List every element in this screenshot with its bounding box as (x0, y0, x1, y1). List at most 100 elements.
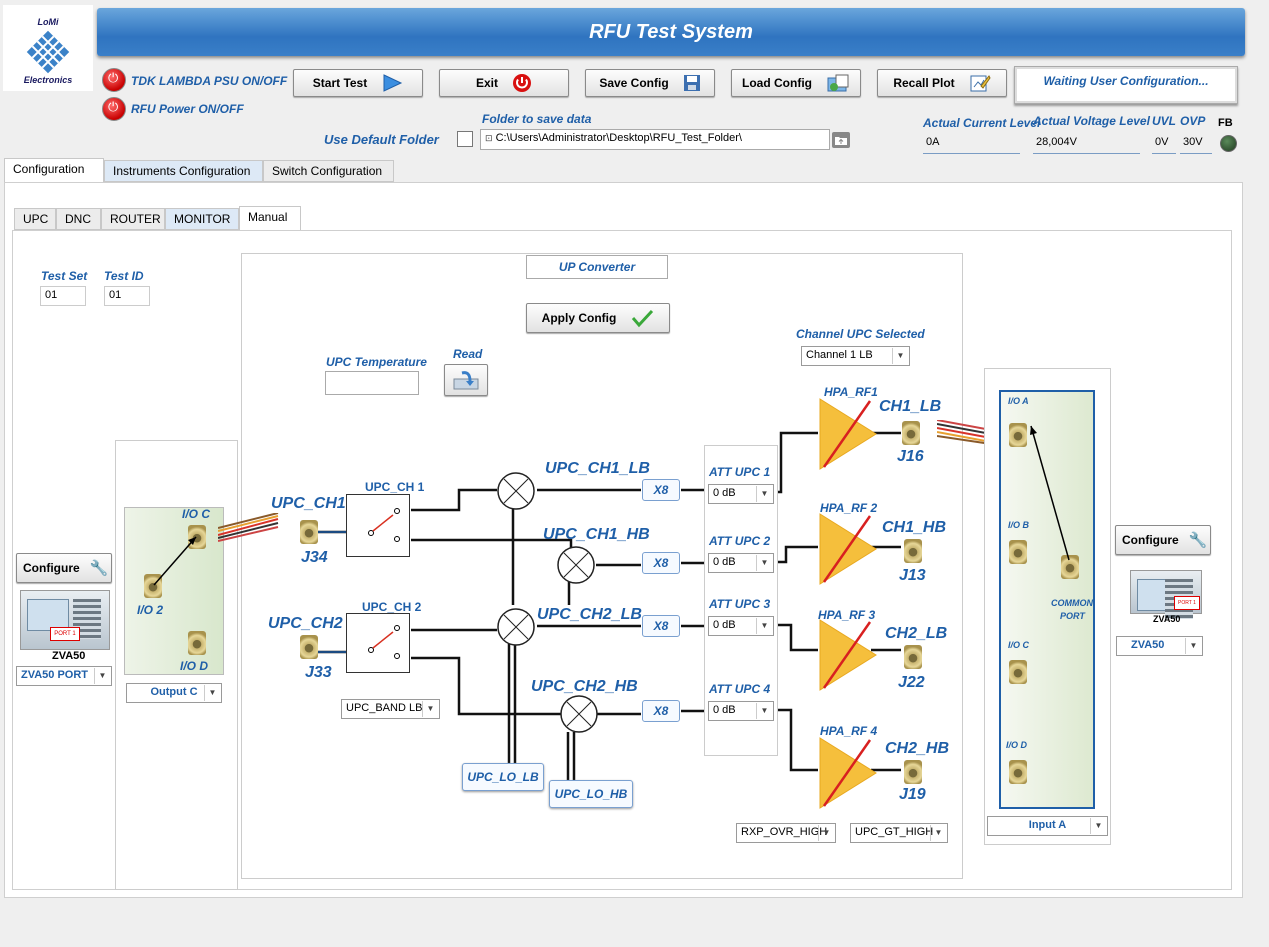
hpa-rf2-amplifier[interactable] (818, 512, 878, 586)
app-title-bar: RFU Test System (97, 8, 1245, 56)
chevron-down-icon: ▼ (892, 348, 908, 364)
app-title: RFU Test System (589, 21, 753, 43)
exit-button[interactable]: Exit (439, 69, 569, 97)
left-port-select-value: ZVA50 PORT (21, 669, 89, 681)
subtab-router-label: ROUTER (110, 212, 161, 226)
upc-gt-select[interactable]: UPC_GT_HIGH ▼ (850, 823, 948, 843)
left-configure-button[interactable]: Configure 🔧 (16, 553, 112, 583)
channel-upc-value: Channel 1 LB (806, 349, 873, 361)
load-config-label: Load Config (742, 76, 812, 90)
logo-top-text: LoMi (37, 17, 59, 27)
subtab-monitor[interactable]: MONITOR (165, 208, 239, 230)
switch-ch2[interactable] (346, 613, 410, 673)
tab-instruments-label: Instruments Configuration (113, 164, 251, 178)
logo-icon (26, 30, 70, 74)
chevron-down-icon: ▼ (756, 555, 772, 571)
j19-connector (904, 760, 922, 784)
lomi-logo: LoMi Electronics (3, 5, 93, 91)
att-upc-3-select[interactable]: 0 dB ▼ (708, 616, 774, 636)
default-folder-checkbox[interactable] (457, 131, 473, 147)
load-config-button[interactable]: Load Config (731, 69, 861, 97)
hpa-rf1-amplifier[interactable] (818, 397, 878, 471)
check-icon (632, 309, 654, 328)
right-model-select[interactable]: ZVA50 ▼ (1116, 636, 1203, 656)
recall-plot-button[interactable]: Recall Plot (877, 69, 1007, 97)
chevron-down-icon: ▼ (930, 825, 946, 841)
common-label: COMMON (1051, 598, 1093, 608)
right-io-c-label: I/O C (1008, 640, 1030, 650)
rfu-power-icon[interactable] (102, 97, 126, 121)
subtab-monitor-label: MONITOR (174, 212, 231, 226)
left-port-select[interactable]: ZVA50 PORT ▼ (16, 666, 112, 686)
left-configure-label: Configure (23, 561, 80, 575)
load-folder-icon (827, 74, 849, 92)
ovp-reading: 30V (1180, 134, 1212, 154)
wrench-icon: 🔧 (89, 559, 109, 577)
status-text: Waiting User Configuration... (1043, 74, 1209, 88)
edit-plot-icon (970, 75, 991, 92)
chevron-down-icon: ▼ (756, 703, 772, 719)
status-display: Waiting User Configuration... (1014, 66, 1238, 104)
switch-ch1-symbol (368, 508, 400, 542)
psu-power-label: TDK LAMBDA PSU ON/OFF (131, 74, 288, 88)
left-instrument-image (20, 590, 110, 650)
right-configure-button[interactable]: Configure 🔧 (1115, 525, 1211, 555)
tab-instruments-configuration[interactable]: Instruments Configuration (104, 160, 263, 182)
subtab-dnc[interactable]: DNC (56, 208, 101, 230)
path-icon: ⊡ (485, 133, 493, 143)
subtab-manual[interactable]: Manual (239, 206, 301, 230)
switch-ch1-label: UPC_CH 1 (365, 480, 425, 494)
rxp-ovr-select[interactable]: RXP_OVR_HIGH ▼ (736, 823, 836, 843)
start-test-button[interactable]: Start Test (293, 69, 423, 97)
right-io-c-connector (1009, 660, 1027, 684)
input-select[interactable]: Input A ▼ (987, 816, 1108, 836)
psu-power-icon[interactable] (102, 68, 126, 92)
x8-ch1-hb: X8 (642, 552, 680, 574)
apply-config-button[interactable]: Apply Config (526, 303, 670, 333)
subtab-manual-label: Manual (248, 210, 288, 224)
folder-path-input[interactable]: ⊡ C:\Users\Administrator\Desktop\RFU_Tes… (480, 129, 830, 150)
j33-connector (300, 635, 318, 659)
j33-label: J33 (305, 664, 332, 681)
att-upc-1-select[interactable]: 0 dB ▼ (708, 484, 774, 504)
tab-switch-configuration[interactable]: Switch Configuration (263, 160, 394, 182)
switch-ch2-label: UPC_CH 2 (362, 600, 422, 614)
right-configure-label: Configure (1122, 533, 1179, 547)
switch-ch1[interactable] (346, 494, 410, 557)
hpa-rf4-amplifier[interactable] (818, 736, 878, 810)
right-model-value: ZVA50 (1131, 639, 1165, 651)
chevron-down-icon: ▼ (204, 685, 220, 701)
chevron-down-icon: ▼ (94, 668, 110, 684)
mixer-ch2-lb (497, 608, 535, 646)
save-config-button[interactable]: Save Config (585, 69, 715, 97)
mixer-ch1-hb-label: UPC_CH1_HB (543, 526, 650, 543)
tab-configuration[interactable]: Configuration (4, 158, 104, 182)
channel-upc-select[interactable]: Channel 1 LB ▼ (801, 346, 910, 366)
mixer-ch2-hb (560, 695, 598, 733)
subtab-upc[interactable]: UPC (14, 208, 56, 230)
att-upc-2-select[interactable]: 0 dB ▼ (708, 553, 774, 573)
j22-connector (904, 645, 922, 669)
test-id-input[interactable]: 01 (104, 286, 150, 306)
hpa-rf2-label: HPA_RF 2 (820, 501, 878, 515)
test-set-input[interactable]: 01 (40, 286, 86, 306)
uvl-reading: 0V (1152, 134, 1176, 154)
test-set-label: Test Set (41, 269, 88, 283)
hpa-rf3-amplifier[interactable] (818, 618, 878, 692)
output-select[interactable]: Output C ▼ (126, 683, 222, 703)
hpa-rf4-label: HPA_RF 4 (820, 724, 878, 738)
power-off-icon (513, 74, 531, 92)
att-upc-4-select[interactable]: 0 dB ▼ (708, 701, 774, 721)
input-select-value: Input A (1028, 819, 1067, 831)
subtab-router[interactable]: ROUTER (101, 208, 165, 230)
att-upc-1-value: 0 dB (713, 487, 736, 499)
upc-band-select[interactable]: UPC_BAND LB ▼ (341, 699, 440, 719)
port-label: PORT (1060, 611, 1085, 621)
att-upc-3-label: ATT UPC 3 (709, 597, 771, 611)
x8-ch1-lb: X8 (642, 479, 680, 501)
subtab-dnc-label: DNC (65, 212, 91, 226)
att-upc-4-label: ATT UPC 4 (709, 682, 771, 696)
upc-lo-lb-box: UPC_LO_LB (462, 763, 544, 791)
browse-folder-button[interactable] (832, 132, 850, 148)
left-switch-route (153, 536, 197, 586)
